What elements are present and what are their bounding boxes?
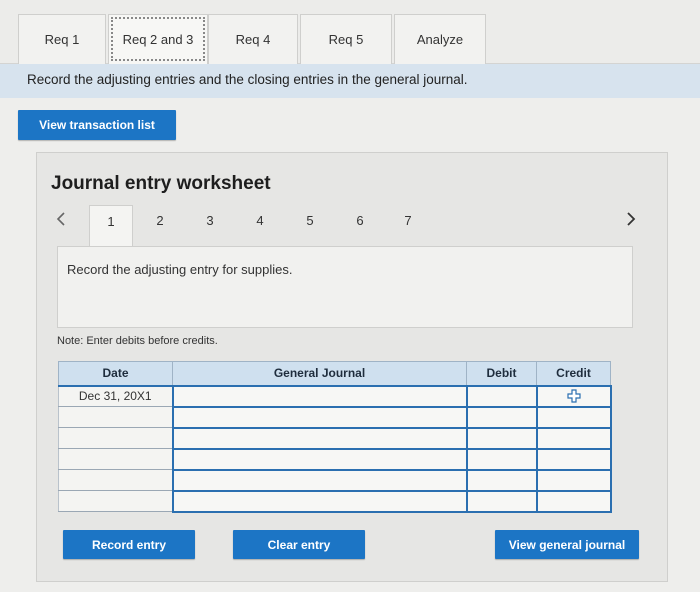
credit-header: Credit <box>536 361 611 387</box>
instruction-text: Record the adjusting entries and the clo… <box>0 64 700 98</box>
table-row <box>58 490 612 513</box>
entry-prompt: Record the adjusting entry for supplies. <box>57 246 633 328</box>
tab-req-1[interactable]: Req 1 <box>18 14 106 64</box>
debit-input[interactable] <box>465 448 538 471</box>
table-row <box>58 469 612 492</box>
page-tab-3[interactable]: 3 <box>197 213 223 228</box>
account-input[interactable] <box>171 448 468 471</box>
tab-req-2-and-3[interactable]: Req 2 and 3 <box>108 14 208 64</box>
account-input[interactable] <box>171 385 468 408</box>
date-cell[interactable] <box>58 448 173 470</box>
credit-input[interactable] <box>535 406 612 429</box>
date-cell[interactable] <box>58 490 173 512</box>
credit-input[interactable] <box>535 427 612 450</box>
account-input[interactable] <box>171 469 468 492</box>
page-tab-6[interactable]: 6 <box>347 213 373 228</box>
general-journal-header: General Journal <box>172 361 467 387</box>
debit-header: Debit <box>466 361 537 387</box>
date-cell[interactable] <box>58 469 173 491</box>
account-input[interactable] <box>171 406 468 429</box>
worksheet-title: Journal entry worksheet <box>51 173 271 194</box>
entry-prompt-text: Record the adjusting entry for supplies. <box>67 262 293 277</box>
account-input[interactable] <box>171 490 468 513</box>
page-tab-7[interactable]: 7 <box>395 213 421 228</box>
requirement-tabs: Req 1 Req 2 and 3 Req 4 Req 5 Analyze <box>0 0 700 64</box>
credit-input[interactable] <box>535 385 612 408</box>
tab-req-5[interactable]: Req 5 <box>300 14 392 64</box>
table-row: Dec 31, 20X1 <box>58 385 612 408</box>
page-tab-1[interactable]: 1 <box>89 205 133 249</box>
view-general-journal-button[interactable]: View general journal <box>495 530 639 559</box>
page-tab-2[interactable]: 2 <box>147 213 173 228</box>
chevron-right-icon[interactable] <box>625 211 637 232</box>
debit-input[interactable] <box>465 427 538 450</box>
account-input[interactable] <box>171 427 468 450</box>
journal-table: Date General Journal Debit Credit Dec 31… <box>58 361 612 513</box>
tab-analyze[interactable]: Analyze <box>394 14 486 64</box>
debit-input[interactable] <box>465 490 538 513</box>
table-row <box>58 427 612 450</box>
credit-input[interactable] <box>535 490 612 513</box>
tab-req-4[interactable]: Req 4 <box>208 14 298 64</box>
date-cell[interactable] <box>58 406 173 428</box>
credit-input[interactable] <box>535 448 612 471</box>
add-row-icon[interactable] <box>538 387 610 406</box>
table-row <box>58 448 612 471</box>
journal-entry-worksheet: Journal entry worksheet 1 2 3 4 5 6 7 Re… <box>36 152 668 582</box>
date-header: Date <box>58 361 173 387</box>
page-tab-4[interactable]: 4 <box>247 213 273 228</box>
table-row <box>58 406 612 429</box>
clear-entry-button[interactable]: Clear entry <box>233 530 365 559</box>
debits-note: Note: Enter debits before credits. <box>57 335 218 347</box>
date-cell[interactable] <box>58 427 173 449</box>
credit-input[interactable] <box>535 469 612 492</box>
view-transaction-list-button[interactable]: View transaction list <box>18 110 176 140</box>
date-cell[interactable]: Dec 31, 20X1 <box>58 385 173 407</box>
debit-input[interactable] <box>465 385 538 408</box>
page-tab-5[interactable]: 5 <box>297 213 323 228</box>
record-entry-button[interactable]: Record entry <box>63 530 195 559</box>
debit-input[interactable] <box>465 469 538 492</box>
chevron-left-icon[interactable] <box>55 211 67 232</box>
debit-input[interactable] <box>465 406 538 429</box>
